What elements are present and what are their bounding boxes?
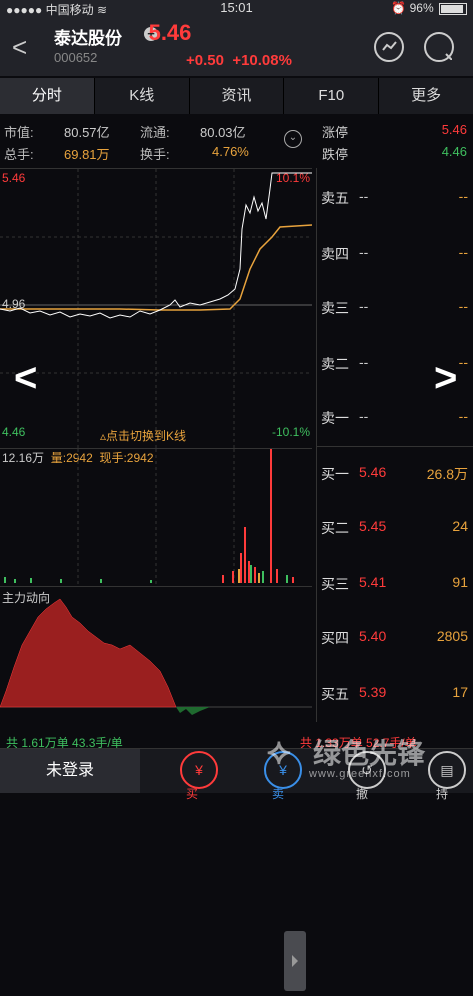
volume-bars-svg bbox=[4, 449, 294, 587]
ask-row-3: 卖三 -- -- bbox=[321, 298, 468, 316]
volume-chart[interactable]: 12.16万 量:2942 现手:2942 bbox=[0, 448, 312, 991]
mkt-cap-label: 市值: bbox=[4, 125, 34, 140]
volume-up-bars bbox=[222, 449, 294, 583]
chart-top-right: 10.1% bbox=[275, 171, 310, 185]
flow-svg bbox=[0, 598, 312, 715]
expand-icon[interactable]: ⌄ bbox=[284, 130, 302, 148]
status-bar: ●●●●● 中国移动 ≋ 15:01 ⏰ 96% bbox=[0, 0, 473, 17]
turnover-label: 换手: bbox=[140, 147, 170, 162]
flow-outflow-area bbox=[176, 707, 210, 715]
bid-row-3: 买三 5.41 91 bbox=[321, 574, 468, 592]
flow-inflow-area bbox=[0, 598, 177, 708]
buy-label: 买 bbox=[186, 787, 199, 801]
bid-row-4: 买四 5.40 2805 bbox=[321, 628, 468, 646]
chart-mid-left: 4.96 bbox=[2, 297, 26, 311]
bid-row-5: 买五 5.39 17 bbox=[321, 684, 468, 702]
float-cap-value: 80.03亿 bbox=[200, 125, 246, 140]
chart-bottom-right: -10.1% bbox=[271, 425, 310, 439]
search-icon[interactable] bbox=[424, 32, 454, 62]
bid-row-2: 买二 5.45 24 bbox=[321, 518, 468, 536]
mkt-cap-value: 80.57亿 bbox=[64, 125, 110, 140]
ask-row-5: 卖五 -- -- bbox=[321, 188, 468, 206]
back-icon[interactable]: < bbox=[12, 32, 27, 63]
stock-header: < 泰达股份 + 000652 5.46 +0.50 +10.08% bbox=[0, 16, 473, 76]
battery-status: ⏰ 96% bbox=[391, 1, 467, 15]
order-book: 卖五 -- -- 卖四 -- -- 卖三 -- -- 卖二 -- -- 卖一 -- -- 买一 5.4… bbox=[316, 168, 473, 722]
price-limits: 涨停 5.46 跌停 4.46 bbox=[318, 118, 473, 164]
prev-stock-icon[interactable]: < bbox=[14, 356, 37, 401]
intraday-chart[interactable]: 5.46 10.1% 4.96 4.46 -10.1% ▵点击切换到K线 bbox=[0, 168, 312, 449]
collapse-panel-button[interactable] bbox=[284, 931, 306, 991]
main-force-flow-chart[interactable]: 主力动向 bbox=[0, 586, 312, 723]
switch-kline-hint[interactable]: ▵点击切换到K线 bbox=[100, 427, 186, 444]
tab-intraday[interactable]: 分时 bbox=[0, 78, 95, 114]
tab-f10[interactable]: F10 bbox=[284, 78, 380, 114]
buy-button[interactable]: ¥ bbox=[180, 751, 218, 789]
price-change: +0.50 +10.08% bbox=[186, 52, 292, 69]
limit-up-value: 5.46 bbox=[441, 122, 467, 137]
ask-row-1: 卖一 -- -- bbox=[321, 408, 468, 426]
site-watermark: ⟡ 绿色先锋 www.greenxf.com bbox=[267, 730, 426, 780]
limit-down-label: 跌停 bbox=[322, 147, 349, 162]
battery-icon bbox=[439, 2, 467, 15]
tab-kline[interactable]: K线 bbox=[95, 78, 190, 114]
chart-top-left: 5.46 bbox=[2, 171, 26, 185]
bid-row-1: 买一 5.46 26.8万 bbox=[321, 464, 468, 482]
float-cap-label: 流通: bbox=[140, 125, 170, 140]
tab-news[interactable]: 资讯 bbox=[190, 78, 285, 114]
stock-stats: 市值: 80.57亿 流通: 80.03亿 总手: 69.81万 换手: 4.7… bbox=[0, 118, 312, 166]
limit-up-label: 涨停 bbox=[322, 125, 349, 140]
current-price: 5.46 bbox=[148, 20, 192, 45]
turnover-value: 4.76% bbox=[212, 144, 249, 159]
volume-value: 69.81万 bbox=[64, 147, 110, 162]
chart-bottom-left: 4.46 bbox=[2, 425, 26, 439]
next-stock-icon[interactable]: > bbox=[434, 356, 457, 401]
login-button[interactable]: 未登录 bbox=[0, 749, 140, 793]
refresh-icon[interactable] bbox=[374, 32, 404, 62]
tab-more[interactable]: 更多 bbox=[379, 78, 473, 114]
watermark-logo-icon: ⟡ bbox=[267, 730, 291, 771]
stock-code: 000652 bbox=[54, 50, 98, 65]
volume-label: 总手: bbox=[4, 147, 34, 162]
limit-down-value: 4.46 bbox=[441, 144, 467, 159]
ask-row-4: 卖四 -- -- bbox=[321, 244, 468, 262]
intraday-chart-svg bbox=[0, 169, 312, 449]
view-tabs: 分时 K线 资讯 F10 更多 bbox=[0, 78, 473, 114]
